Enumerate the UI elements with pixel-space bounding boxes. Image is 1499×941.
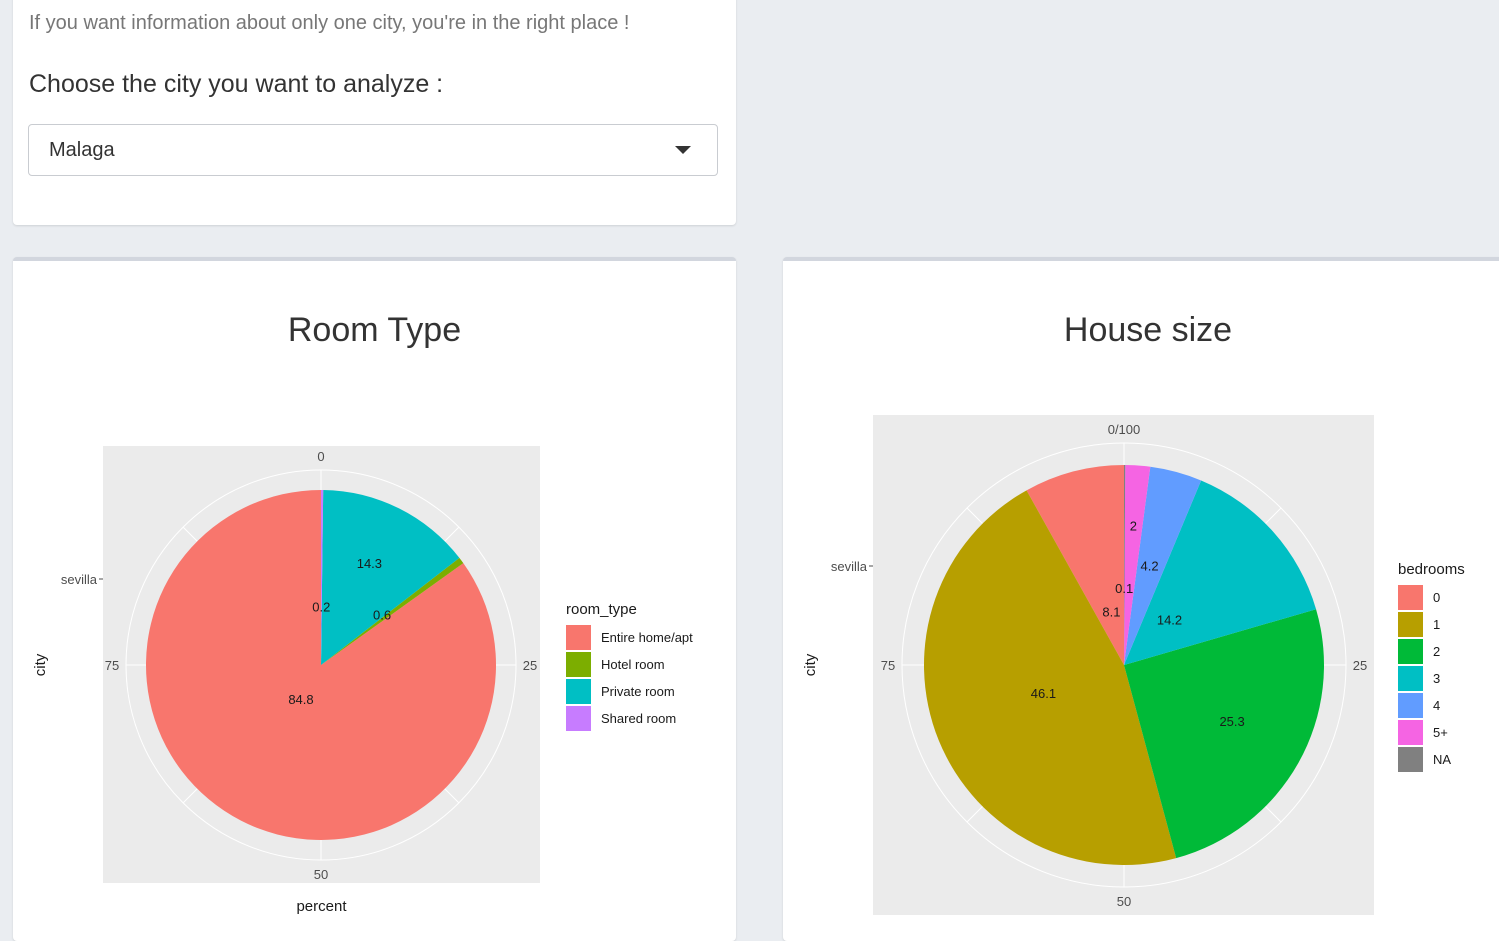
legend-label: 3 <box>1433 671 1440 686</box>
legend-label: 2 <box>1433 644 1440 659</box>
city-select-label: Choose the city you want to analyze : <box>29 70 444 98</box>
legend-swatch <box>1398 693 1423 718</box>
legend-title: bedrooms <box>1398 561 1465 578</box>
data-label: 25.3 <box>1219 714 1244 729</box>
legend-label: 1 <box>1433 617 1440 632</box>
legend-swatch <box>1398 720 1423 745</box>
y-tick-label: sevilla <box>61 572 98 587</box>
legend-label: 0 <box>1433 590 1440 605</box>
theta-tick-label: 25 <box>1353 658 1367 673</box>
legend-label: Hotel room <box>601 657 665 672</box>
legend-label: 5+ <box>1433 725 1448 740</box>
data-label: 8.1 <box>1102 605 1120 620</box>
data-label: 4.2 <box>1141 558 1159 573</box>
legend-swatch <box>566 625 591 650</box>
legend-swatch <box>1398 585 1423 610</box>
city-select-value: Malaga <box>49 139 115 161</box>
theta-tick-label: 0/100 <box>1108 422 1141 437</box>
data-label: 0.6 <box>373 608 391 623</box>
city-select[interactable]: Malaga <box>28 124 718 176</box>
y-axis-label: city <box>32 653 49 676</box>
data-label: 14.2 <box>1157 612 1182 627</box>
legend-label: Entire home/apt <box>601 630 693 645</box>
legend-swatch <box>1398 639 1423 664</box>
room-type-card: Room Type 84.8 0.6 14.3 0.2 0 25 50 75 sevilla ci… <box>13 257 736 941</box>
data-label: 84.8 <box>288 692 313 707</box>
data-label: 0.2 <box>312 600 330 615</box>
room-type-chart: 84.8 0.6 14.3 0.2 0 25 50 75 sevilla city percent r… <box>32 446 693 915</box>
legend-swatch <box>1398 666 1423 691</box>
data-label: 2 <box>1130 518 1137 533</box>
legend-swatch <box>1398 612 1423 637</box>
house-size-chart: 8.1 46.1 25.3 14.2 4.2 2 0.1 0/100 25 50 75 sevilla… <box>802 415 1465 915</box>
legend-swatch <box>566 652 591 677</box>
legend-label: Shared room <box>601 711 676 726</box>
data-label: 46.1 <box>1031 686 1056 701</box>
legend-label: 4 <box>1433 698 1440 713</box>
theta-tick-label: 25 <box>523 658 537 673</box>
legend-swatch <box>566 706 591 731</box>
theta-tick-label: 75 <box>881 658 895 673</box>
city-selector-card: If you want information about only one c… <box>13 0 736 225</box>
legend-swatch <box>1398 747 1423 772</box>
chevron-down-icon[interactable] <box>675 146 691 154</box>
legend-swatch <box>566 679 591 704</box>
theta-tick-label: 50 <box>314 867 328 882</box>
legend-title: room_type <box>566 601 637 618</box>
x-axis-label: percent <box>296 898 347 915</box>
data-label: 0.1 <box>1115 581 1133 596</box>
legend-label: Private room <box>601 684 675 699</box>
legend-label: NA <box>1433 752 1451 767</box>
intro-text: If you want information about only one c… <box>29 12 630 34</box>
house-size-card: House size 8.1 46.1 25.3 14.2 4.2 2 0.1 0/100 25… <box>783 257 1499 941</box>
y-tick-label: sevilla <box>831 559 868 574</box>
y-axis-label: city <box>802 653 819 676</box>
data-label: 14.3 <box>357 556 382 571</box>
theta-tick-label: 0 <box>317 449 324 464</box>
theta-tick-label: 50 <box>1117 894 1131 909</box>
theta-tick-label: 75 <box>105 658 119 673</box>
